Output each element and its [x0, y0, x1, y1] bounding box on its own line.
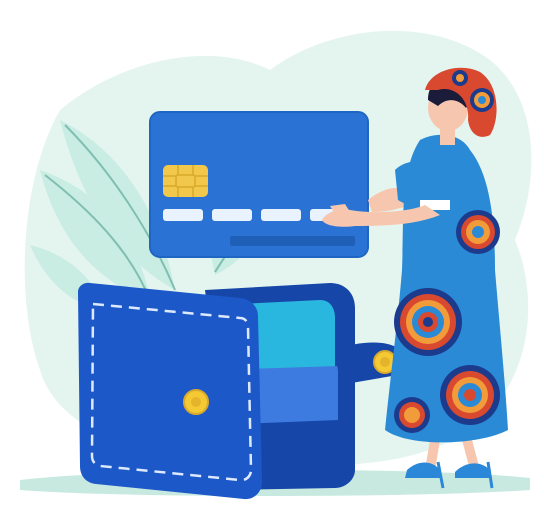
wallet-icon	[78, 282, 403, 500]
dress-medallion-4	[394, 397, 430, 433]
dress-medallion-3	[456, 210, 500, 254]
dress-medallion-2	[440, 365, 500, 425]
payment-illustration	[20, 30, 532, 500]
card-number-block-3	[261, 209, 301, 221]
card-stripe	[230, 236, 355, 246]
credit-card-icon	[149, 111, 369, 258]
card-chip-icon	[163, 165, 208, 197]
card-number-block-2	[212, 209, 252, 221]
dress-medallion-1	[394, 288, 462, 356]
card-number-block-1	[163, 209, 203, 221]
